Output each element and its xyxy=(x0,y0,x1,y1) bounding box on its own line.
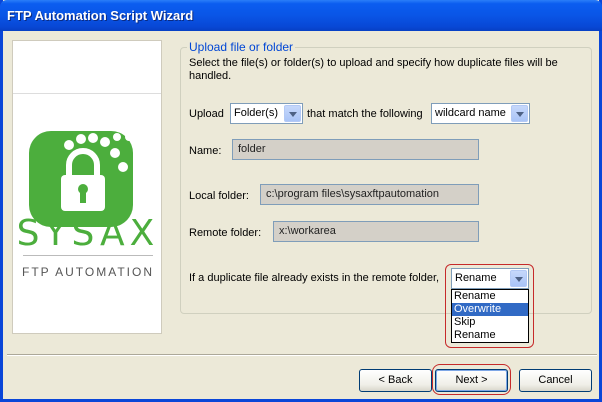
remote-folder-label: Remote folder: xyxy=(189,227,262,239)
logo-divider-top xyxy=(13,93,161,94)
name-label: Name: xyxy=(189,145,222,157)
upload-type-value: Folder(s) xyxy=(234,107,279,119)
duplicate-action-value: Rename xyxy=(455,272,497,284)
logo-divider xyxy=(23,255,153,256)
local-folder-value: c:\program files\sysaxftpautomation xyxy=(266,188,440,200)
logo-tagline: FTP AUTOMATION xyxy=(21,265,154,279)
upload-label: Upload xyxy=(189,108,224,120)
window-title: FTP Automation Script Wizard xyxy=(7,8,194,23)
name-field[interactable]: folder xyxy=(232,139,479,160)
chevron-down-icon[interactable] xyxy=(284,105,301,122)
option-rename-2[interactable]: Rename xyxy=(452,329,528,342)
match-type-value: wildcard name xyxy=(435,107,506,119)
remote-folder-field[interactable]: x:\workarea xyxy=(273,221,479,242)
local-folder-field[interactable]: c:\program files\sysaxftpautomation xyxy=(260,184,479,205)
match-type-select[interactable]: wildcard name xyxy=(431,103,530,124)
option-skip[interactable]: Skip xyxy=(452,316,528,329)
logo-panel: SYSAX FTP AUTOMATION xyxy=(12,40,162,334)
duplicate-label: If a duplicate file already exists in th… xyxy=(189,272,440,284)
option-rename[interactable]: Rename xyxy=(452,290,528,303)
group-title: Upload file or folder xyxy=(189,40,294,54)
chevron-down-icon[interactable] xyxy=(511,105,528,122)
wizard-window: FTP Automation Script Wizard SYSAX FTP A… xyxy=(0,0,602,402)
upload-type-select[interactable]: Folder(s) xyxy=(230,103,303,124)
next-button[interactable]: Next > xyxy=(435,369,508,392)
match-text: that match the following xyxy=(307,108,423,120)
local-folder-label: Local folder: xyxy=(189,190,249,202)
duplicate-options-list: Rename Overwrite Skip Rename xyxy=(451,289,529,343)
title-bar[interactable]: FTP Automation Script Wizard xyxy=(0,0,602,31)
group-description: Select the file(s) or folder(s) to uploa… xyxy=(189,57,558,82)
name-value: folder xyxy=(238,143,266,155)
remote-folder-value: x:\workarea xyxy=(279,225,336,237)
duplicate-action-select[interactable]: Rename xyxy=(451,268,529,289)
chevron-down-icon[interactable] xyxy=(510,270,527,287)
back-button[interactable]: < Back xyxy=(359,369,432,392)
logo-wordmark: SYSAX xyxy=(16,213,160,254)
cancel-button[interactable]: Cancel xyxy=(519,369,592,392)
button-separator xyxy=(7,354,597,356)
option-overwrite[interactable]: Overwrite xyxy=(452,303,528,316)
